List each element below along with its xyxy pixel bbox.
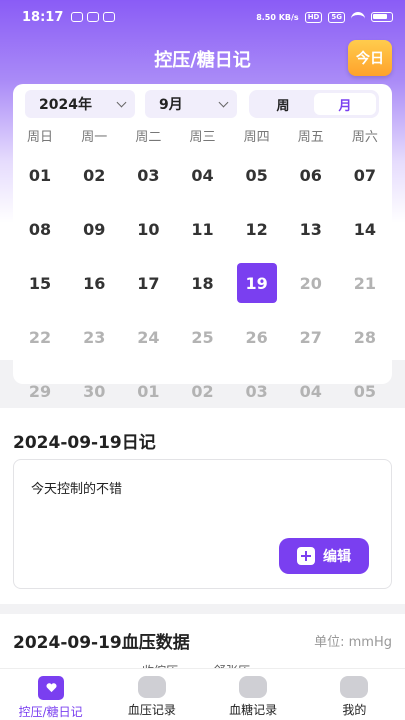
- tab-label: 血糖记录: [229, 703, 278, 717]
- weekday-label: 周一: [81, 130, 108, 145]
- notification-icon: [71, 12, 84, 22]
- notification-icon: [87, 12, 100, 22]
- weekday-label: 周六: [351, 130, 378, 145]
- calendar-day[interactable]: 15: [20, 263, 60, 303]
- weekday-label: 周日: [27, 130, 54, 145]
- heart-shape: [46, 683, 57, 693]
- calendar-week: 15 16 17 18 19 20 21: [13, 256, 392, 310]
- calendar-day[interactable]: 18: [182, 263, 222, 303]
- chevron-down-icon: [116, 97, 127, 107]
- view-month-button[interactable]: 月: [314, 93, 376, 115]
- calendar-day[interactable]: 25: [182, 317, 222, 357]
- page-title: 控压/糖日记: [154, 50, 251, 71]
- tab-label: 我的: [342, 703, 367, 717]
- calendar-week: 22 23 24 25 26 27 28: [13, 310, 392, 364]
- blood-sugar-icon: [239, 676, 268, 698]
- calendar-controls: 2024年 9月 周 月: [25, 90, 380, 118]
- today-button[interactable]: 今日: [348, 40, 392, 76]
- weekday-label: 周二: [135, 130, 162, 145]
- calendar-day[interactable]: 05: [237, 155, 277, 195]
- status-time: 18:17: [22, 9, 64, 25]
- calendar-day-selected[interactable]: 19: [236, 263, 277, 303]
- year-value: 2024年: [39, 97, 92, 113]
- calendar-day[interactable]: 23: [74, 317, 114, 357]
- diary-card: 今天控制的不错 编辑: [13, 459, 392, 589]
- calendar: 2024年 9月 周 月 周日 周一 周二 周三 周四 周五 周六 01 02 …: [13, 84, 392, 401]
- calendar-day[interactable]: 08: [20, 209, 60, 249]
- diary-content: 今天控制的不错: [31, 482, 123, 497]
- calendar-day[interactable]: 10: [128, 209, 168, 249]
- calendar-day[interactable]: 05: [345, 371, 385, 411]
- blood-pressure-section: 2024-09-19血压数据 单位: mmHg 收缩压 舒张压: [0, 614, 405, 678]
- calendar-day[interactable]: 30: [74, 371, 114, 411]
- profile-icon: [340, 676, 369, 698]
- battery-icon: [371, 12, 393, 22]
- view-week-button[interactable]: 周: [252, 93, 314, 115]
- calendar-day[interactable]: 02: [74, 155, 114, 195]
- calendar-day[interactable]: 12: [237, 209, 277, 249]
- weekday-label: 周五: [297, 130, 324, 145]
- calendar-day[interactable]: 01: [20, 155, 60, 195]
- calendar-day[interactable]: 16: [74, 263, 114, 303]
- weekday-label: 周四: [243, 130, 270, 145]
- chevron-down-icon: [218, 97, 229, 107]
- bp-title: 2024-09-19血压数据: [13, 633, 190, 653]
- weekday-header: 周日 周一 周二 周三 周四 周五 周六: [13, 126, 392, 145]
- calendar-week: 08 09 10 11 12 13 14: [13, 202, 392, 256]
- calendar-day[interactable]: 21: [345, 263, 385, 303]
- calendar-day[interactable]: 04: [182, 155, 222, 195]
- tab-blood-pressure[interactable]: 血压记录: [101, 669, 202, 720]
- calendar-day[interactable]: 09: [74, 209, 114, 249]
- calendar-day[interactable]: 22: [20, 317, 60, 357]
- tab-label: 控压/糖日记: [18, 705, 83, 719]
- calendar-day[interactable]: 26: [237, 317, 277, 357]
- status-bar: 18:17 8.50 KB/s HD 5G: [0, 0, 405, 34]
- edit-label: 编辑: [323, 549, 351, 565]
- title-bar: 控压/糖日记 今日: [0, 40, 405, 76]
- calendar-day[interactable]: 28: [345, 317, 385, 357]
- year-select[interactable]: 2024年: [25, 90, 135, 118]
- calendar-day[interactable]: 03: [128, 155, 168, 195]
- calendar-day[interactable]: 14: [345, 209, 385, 249]
- status-right: 8.50 KB/s HD 5G: [256, 11, 393, 23]
- bp-unit: 单位: mmHg: [314, 635, 392, 650]
- calendar-grid: 01 02 03 04 05 06 07 08 09 10 11 12 13 1…: [13, 148, 392, 418]
- month-select[interactable]: 9月: [145, 90, 237, 118]
- calendar-day[interactable]: 13: [291, 209, 331, 249]
- tab-profile[interactable]: 我的: [304, 669, 405, 720]
- calendar-day[interactable]: 11: [182, 209, 222, 249]
- diary-section: 2024-09-19日记 今天控制的不错 编辑: [0, 408, 405, 604]
- notification-icon: [103, 12, 116, 22]
- net-speed: 8.50 KB/s: [256, 12, 299, 22]
- calendar-day[interactable]: 01: [128, 371, 168, 411]
- notification-icons: [71, 12, 116, 22]
- calendar-week: 01 02 03 04 05 06 07: [13, 148, 392, 202]
- calendar-day[interactable]: 17: [128, 263, 168, 303]
- tab-diary[interactable]: 控压/糖日记: [0, 669, 101, 720]
- heart-icon: [37, 676, 64, 700]
- calendar-day[interactable]: 03: [237, 371, 277, 411]
- add-icon: [297, 547, 315, 565]
- signal-badge: 5G: [328, 11, 345, 23]
- view-toggle: 周 月: [249, 90, 379, 118]
- blood-pressure-icon: [137, 676, 166, 698]
- calendar-day[interactable]: 24: [128, 317, 168, 357]
- calendar-day[interactable]: 02: [182, 371, 222, 411]
- calendar-day[interactable]: 20: [291, 263, 331, 303]
- calendar-day[interactable]: 07: [345, 155, 385, 195]
- tab-label: 血压记录: [127, 703, 176, 717]
- diary-title: 2024-09-19日记: [13, 433, 156, 453]
- edit-diary-button[interactable]: 编辑: [279, 538, 369, 574]
- calendar-day[interactable]: 27: [291, 317, 331, 357]
- tab-blood-sugar[interactable]: 血糖记录: [203, 669, 304, 720]
- wifi-icon: [351, 12, 365, 22]
- weekday-label: 周三: [189, 130, 216, 145]
- hd-badge: HD: [304, 11, 323, 23]
- bottom-tab-bar: 控压/糖日记 血压记录 血糖记录 我的: [0, 668, 405, 720]
- calendar-day[interactable]: 06: [291, 155, 331, 195]
- calendar-day[interactable]: 04: [291, 371, 331, 411]
- month-value: 9月: [159, 97, 183, 113]
- calendar-day[interactable]: 29: [20, 371, 60, 411]
